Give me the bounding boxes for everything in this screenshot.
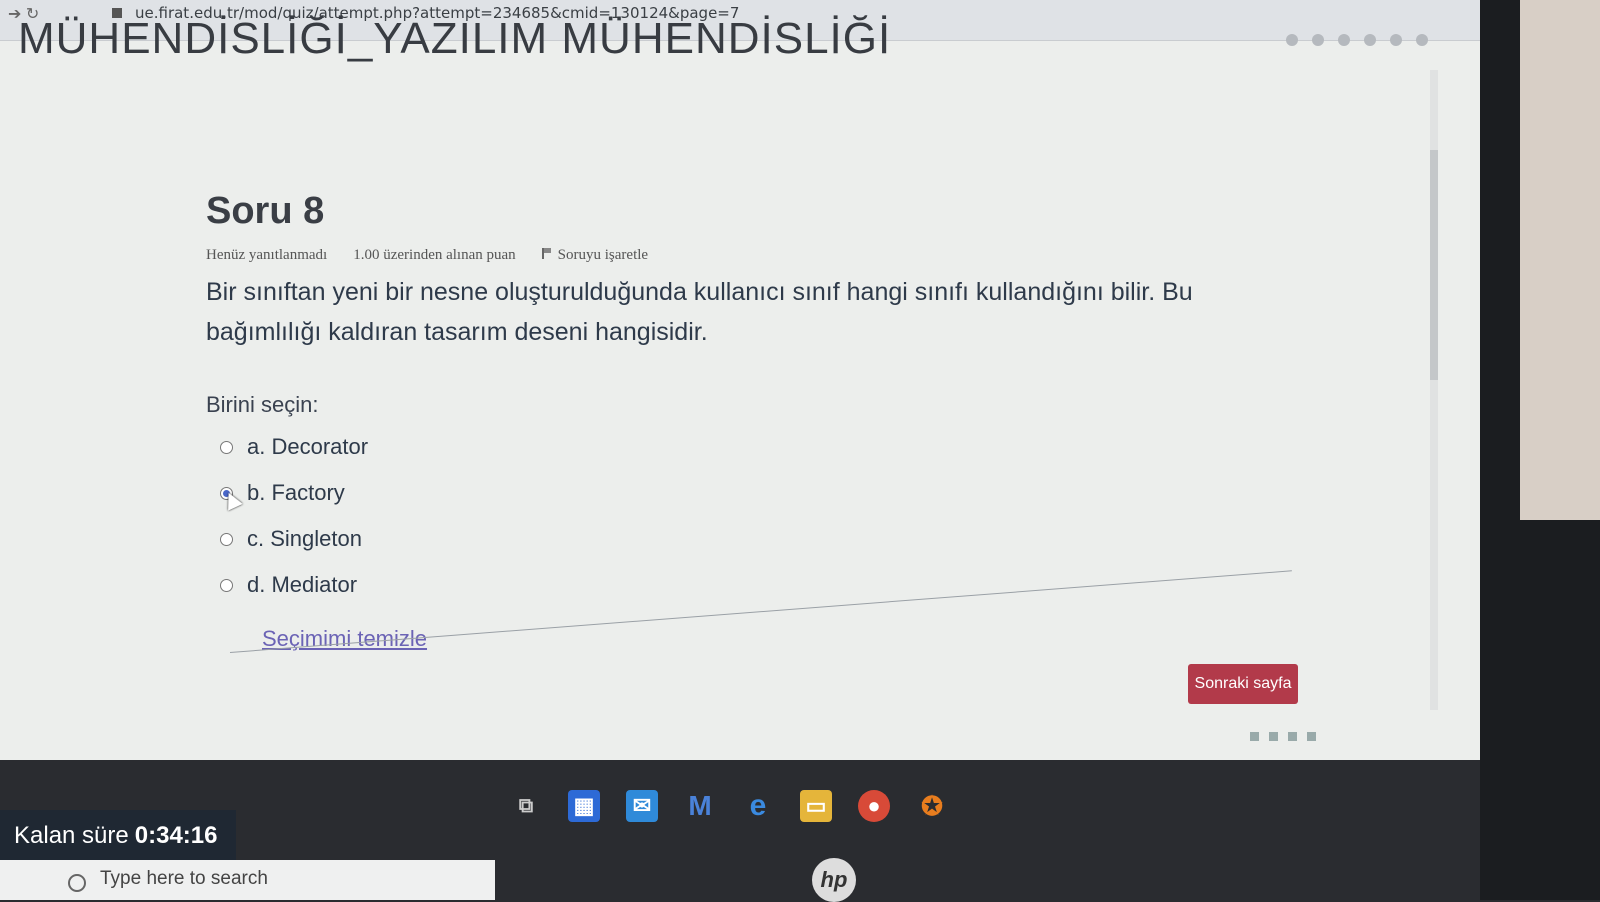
timer-label: Kalan süre — [14, 822, 129, 849]
scrollbar-thumb[interactable] — [1430, 150, 1438, 380]
network-icon[interactable] — [1269, 732, 1278, 741]
mail-icon[interactable]: ✉ — [626, 790, 658, 822]
flag-question-label: Soruyu işaretle — [557, 247, 649, 263]
search-input[interactable]: Type here to search — [100, 868, 268, 890]
chrome-icon[interactable]: ● — [858, 790, 890, 822]
taskbar-apps: ⧉ ▦ ✉ M e ▭ ● ✪ — [510, 789, 948, 822]
edge-icon[interactable]: e — [742, 789, 774, 822]
chevron-up-icon[interactable] — [1250, 732, 1259, 741]
profile-icon[interactable] — [1416, 34, 1428, 46]
flag-question-link[interactable]: Soruyu işaretle — [541, 247, 649, 264]
question-info: Henüz yanıtlanmadı 1.00 üzerinden alınan… — [206, 247, 1286, 264]
m-app-icon[interactable]: M — [684, 790, 716, 822]
browser-window: ➔ ↻ ue.firat.edu.tr/mod/quiz/attempt.php… — [0, 0, 1480, 760]
radio-option-d[interactable] — [220, 578, 233, 592]
browser-toolbar-icons — [1286, 34, 1428, 46]
search-icon — [68, 874, 86, 892]
zoom-icon[interactable] — [1312, 34, 1324, 46]
battery-icon[interactable] — [1288, 732, 1297, 741]
option-d[interactable]: d. Mediator — [220, 562, 1286, 608]
question-status: Henüz yanıtlanmadı — [206, 247, 328, 263]
radio-option-a[interactable] — [220, 440, 233, 454]
option-c-label[interactable]: c. Singleton — [247, 526, 362, 552]
explorer-icon[interactable]: ▭ — [800, 790, 832, 822]
next-page-button[interactable]: Sonraki sayfa — [1188, 664, 1298, 704]
option-c[interactable]: c. Singleton — [220, 516, 1286, 562]
question-text: Bir sınıftan yeni bir nesne oluşturulduğ… — [206, 278, 1193, 346]
taskbar-search[interactable]: Type here to search — [0, 860, 495, 900]
question-title: Soru 8 — [206, 190, 325, 232]
option-b-label[interactable]: b. Factory — [247, 480, 345, 506]
answer-prompt: Birini seçin: — [206, 392, 319, 417]
hp-logo: hp — [812, 858, 856, 902]
task-view-icon[interactable]: ⧉ — [510, 790, 542, 822]
extension-icon[interactable] — [1286, 34, 1298, 46]
timer-value: 0:34:16 — [134, 822, 218, 849]
time-remaining: Kalan süre 0:34:16 — [0, 810, 236, 862]
system-tray — [1250, 732, 1316, 741]
radio-option-c[interactable] — [220, 532, 233, 546]
question-mark: 1.00 üzerinden alınan puan — [353, 247, 516, 263]
pin-icon[interactable] — [1390, 34, 1402, 46]
background-wall — [1520, 0, 1600, 520]
blender-icon[interactable]: ✪ — [916, 790, 948, 822]
flag-icon — [541, 248, 553, 259]
answer-options: a. Decorator b. Factory c. Singleton d. … — [220, 424, 1286, 608]
option-d-label[interactable]: d. Mediator — [247, 572, 357, 598]
option-a-label[interactable]: a. Decorator — [247, 434, 368, 460]
volume-icon[interactable] — [1307, 732, 1316, 741]
star-icon[interactable] — [1338, 34, 1350, 46]
option-a[interactable]: a. Decorator — [220, 424, 1286, 470]
extension-icon[interactable] — [1364, 34, 1376, 46]
option-b[interactable]: b. Factory — [220, 470, 1286, 516]
scrollbar[interactable] — [1430, 70, 1438, 710]
store-icon[interactable]: ▦ — [568, 790, 600, 822]
course-header: MÜHENDİSLİĞİ_YAZILIM MÜHENDİSLİĞİ — [18, 14, 892, 63]
